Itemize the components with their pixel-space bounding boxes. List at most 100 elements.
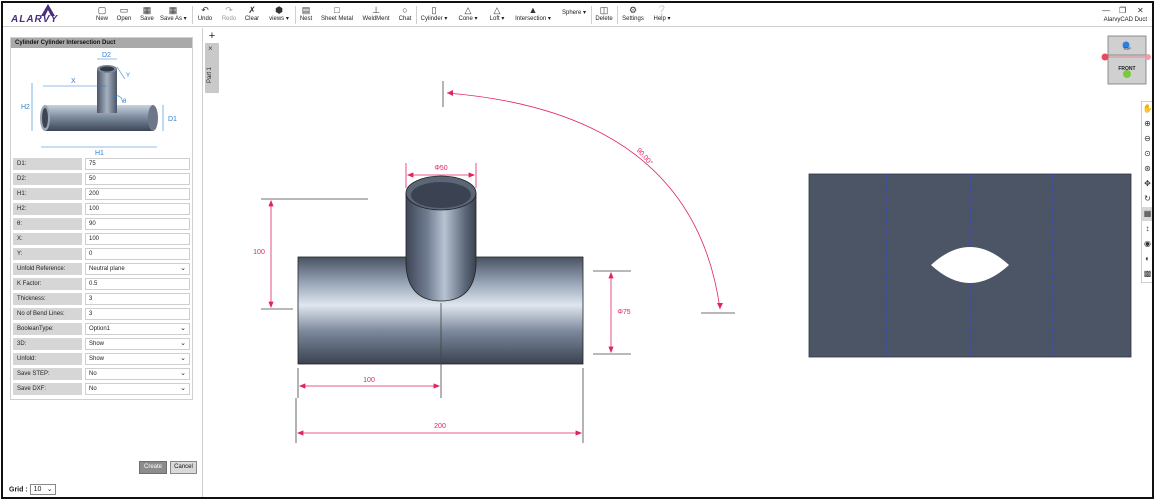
chat-button[interactable]: ○ Chat [397,5,413,25]
sphere-menu[interactable]: Sphere ▾ [560,9,588,29]
param-row: θ: 90 [13,218,190,230]
tab-part-1[interactable]: × Part 1 [205,43,219,93]
delete-button[interactable]: ◫ Delete [595,5,613,25]
param-select[interactable]: No ⌄ [85,368,190,380]
cone-icon: △ [464,5,472,15]
param-value: Neutral plane [89,266,125,272]
nest-icon: ▤ [301,5,311,15]
param-select[interactable]: Show ⌄ [85,353,190,365]
toolbar-divider [617,6,618,24]
cylinder-menu[interactable]: ▯ Cylinder ▾ [419,5,449,25]
param-select[interactable]: Show ⌄ [85,338,190,350]
cone-menu[interactable]: △ Cone ▾ [456,5,480,25]
param-label: H2: [13,203,82,215]
param-row: BooleanType: Option1 ⌄ [13,323,190,335]
contrast-icon[interactable]: ◐ [1142,252,1152,266]
dimension-main-length [295,368,584,443]
param-select[interactable]: No ⌄ [85,383,190,395]
chevron-down-icon: ⌄ [180,370,186,377]
view-cube[interactable]: TOP FRONT [1101,33,1151,89]
param-label: K Factor: [13,278,82,290]
nest-button[interactable]: ▤ Nest [299,5,313,25]
param-value: 75 [89,161,96,167]
dim-text-side-diameter: Φ75 [617,309,630,316]
gear-icon: ⚙ [628,5,638,15]
eye-icon[interactable]: ◉ [1142,237,1152,251]
param-row: Save STEP: No ⌄ [13,368,190,380]
param-value: 0 [89,251,93,257]
new-button[interactable]: ▢ New [95,5,109,25]
minimize-icon[interactable]: — [1102,6,1110,15]
param-value: 3 [89,311,93,317]
param-input[interactable]: 100 [85,203,190,215]
param-input[interactable]: 50 [85,173,190,185]
weldment-button[interactable]: ⊥ WeldMent [360,5,392,25]
undo-button[interactable]: ↶ Undo [197,5,213,25]
toolbar-divider [591,6,592,24]
param-label: D1: [13,158,82,170]
open-button[interactable]: ▭ Open [116,5,132,25]
grid-toggle-icon[interactable]: ▦ [1142,207,1152,221]
zoom-in-icon[interactable]: ⊕ [1142,117,1152,131]
settings-button[interactable]: ⚙ Settings [621,5,645,25]
unfold-flat-pattern[interactable] [808,173,1132,358]
layers-icon[interactable]: ▩ [1142,267,1152,281]
help-menu[interactable]: ❔ Help ▾ [651,5,673,25]
save-as-button[interactable]: ▦ Save As ▾ [160,5,187,25]
param-row: Y: 0 [13,248,190,260]
zoom-window-icon[interactable]: ⊛ [1142,162,1152,176]
param-label: Unfold: [13,353,82,365]
chevron-down-icon: ⌄ [46,486,53,493]
weldment-icon: ⊥ [372,5,380,15]
param-input[interactable]: 0.5 [85,278,190,290]
param-input[interactable]: 100 [85,233,190,245]
param-row: 3D: Show ⌄ [13,338,190,350]
duct-sketch-image: X D2 Y θ H2 D1 H1 [21,52,177,157]
param-select[interactable]: Neutral plane ⌄ [85,263,190,275]
z-axis-handle-icon[interactable] [1123,70,1131,78]
grid-control: Grid : 10 ⌄ [9,484,56,495]
param-input[interactable]: 200 [85,188,190,200]
hand-icon[interactable]: ✋ [1142,102,1152,116]
sketch-label-d2: D2 [102,52,111,59]
restore-icon[interactable]: ❐ [1119,6,1126,15]
grid-select[interactable]: 10 ⌄ [29,484,56,495]
save-button[interactable]: ▦ Save [139,5,155,25]
close-tab-icon[interactable]: × [208,44,213,53]
param-value: Option1 [89,326,111,332]
param-input[interactable]: 3 [85,308,190,320]
intersection-menu[interactable]: ▲ Intersection ▾ [514,5,552,25]
redo-button[interactable]: ↷ Redo [221,5,237,25]
param-input[interactable]: 3 [85,293,190,305]
close-icon[interactable]: ✕ [1137,6,1144,15]
logo-text: ALARVY [11,14,59,25]
sheet-metal-button[interactable]: □ Sheet Metal [319,5,355,25]
x-axis-left-handle-icon[interactable] [1101,53,1109,61]
param-select[interactable]: Option1 ⌄ [85,323,190,335]
viewcube-top-label[interactable]: TOP [1123,46,1131,51]
view-tools-bar: ✋ ⊕ ⊖ ⊙ ⊛ ✥ ↻ ▦ ↕ ◉ ◐ ▩ [1141,101,1152,283]
sketch-label-theta: θ [123,99,127,105]
measure-icon[interactable]: ↕ [1142,222,1152,236]
param-input[interactable]: 0 [85,248,190,260]
views-menu[interactable]: ⬢ views ▾ [266,5,292,25]
add-part-button[interactable]: + [205,30,219,42]
param-label: Save DXF: [13,383,82,395]
rotate-icon[interactable]: ↻ [1142,192,1152,206]
loft-menu[interactable]: △ Loft ▾ [487,5,507,25]
zoom-fit-icon[interactable]: ⊙ [1142,147,1152,161]
param-input[interactable]: 90 [85,218,190,230]
cancel-button[interactable]: Cancel [170,461,197,474]
param-label: Y: [13,248,82,260]
pan-icon[interactable]: ✥ [1142,177,1152,191]
app-window: ALARVY ▢ New ▭ Open ▦ Save ▦ Save As ▾ ↶… [1,1,1154,499]
eraser-icon: ✗ [248,5,256,15]
create-button[interactable]: Create [139,461,167,474]
zoom-out-icon[interactable]: ⊖ [1142,132,1152,146]
param-label: X: [13,233,82,245]
chat-icon: ○ [402,5,408,15]
clear-button[interactable]: ✗ Clear [244,5,260,25]
param-input[interactable]: 75 [85,158,190,170]
3d-viewport[interactable]: Φ50 100 Φ75 100 200 90.00° [220,28,1152,499]
trash-icon: ◫ [599,5,609,15]
